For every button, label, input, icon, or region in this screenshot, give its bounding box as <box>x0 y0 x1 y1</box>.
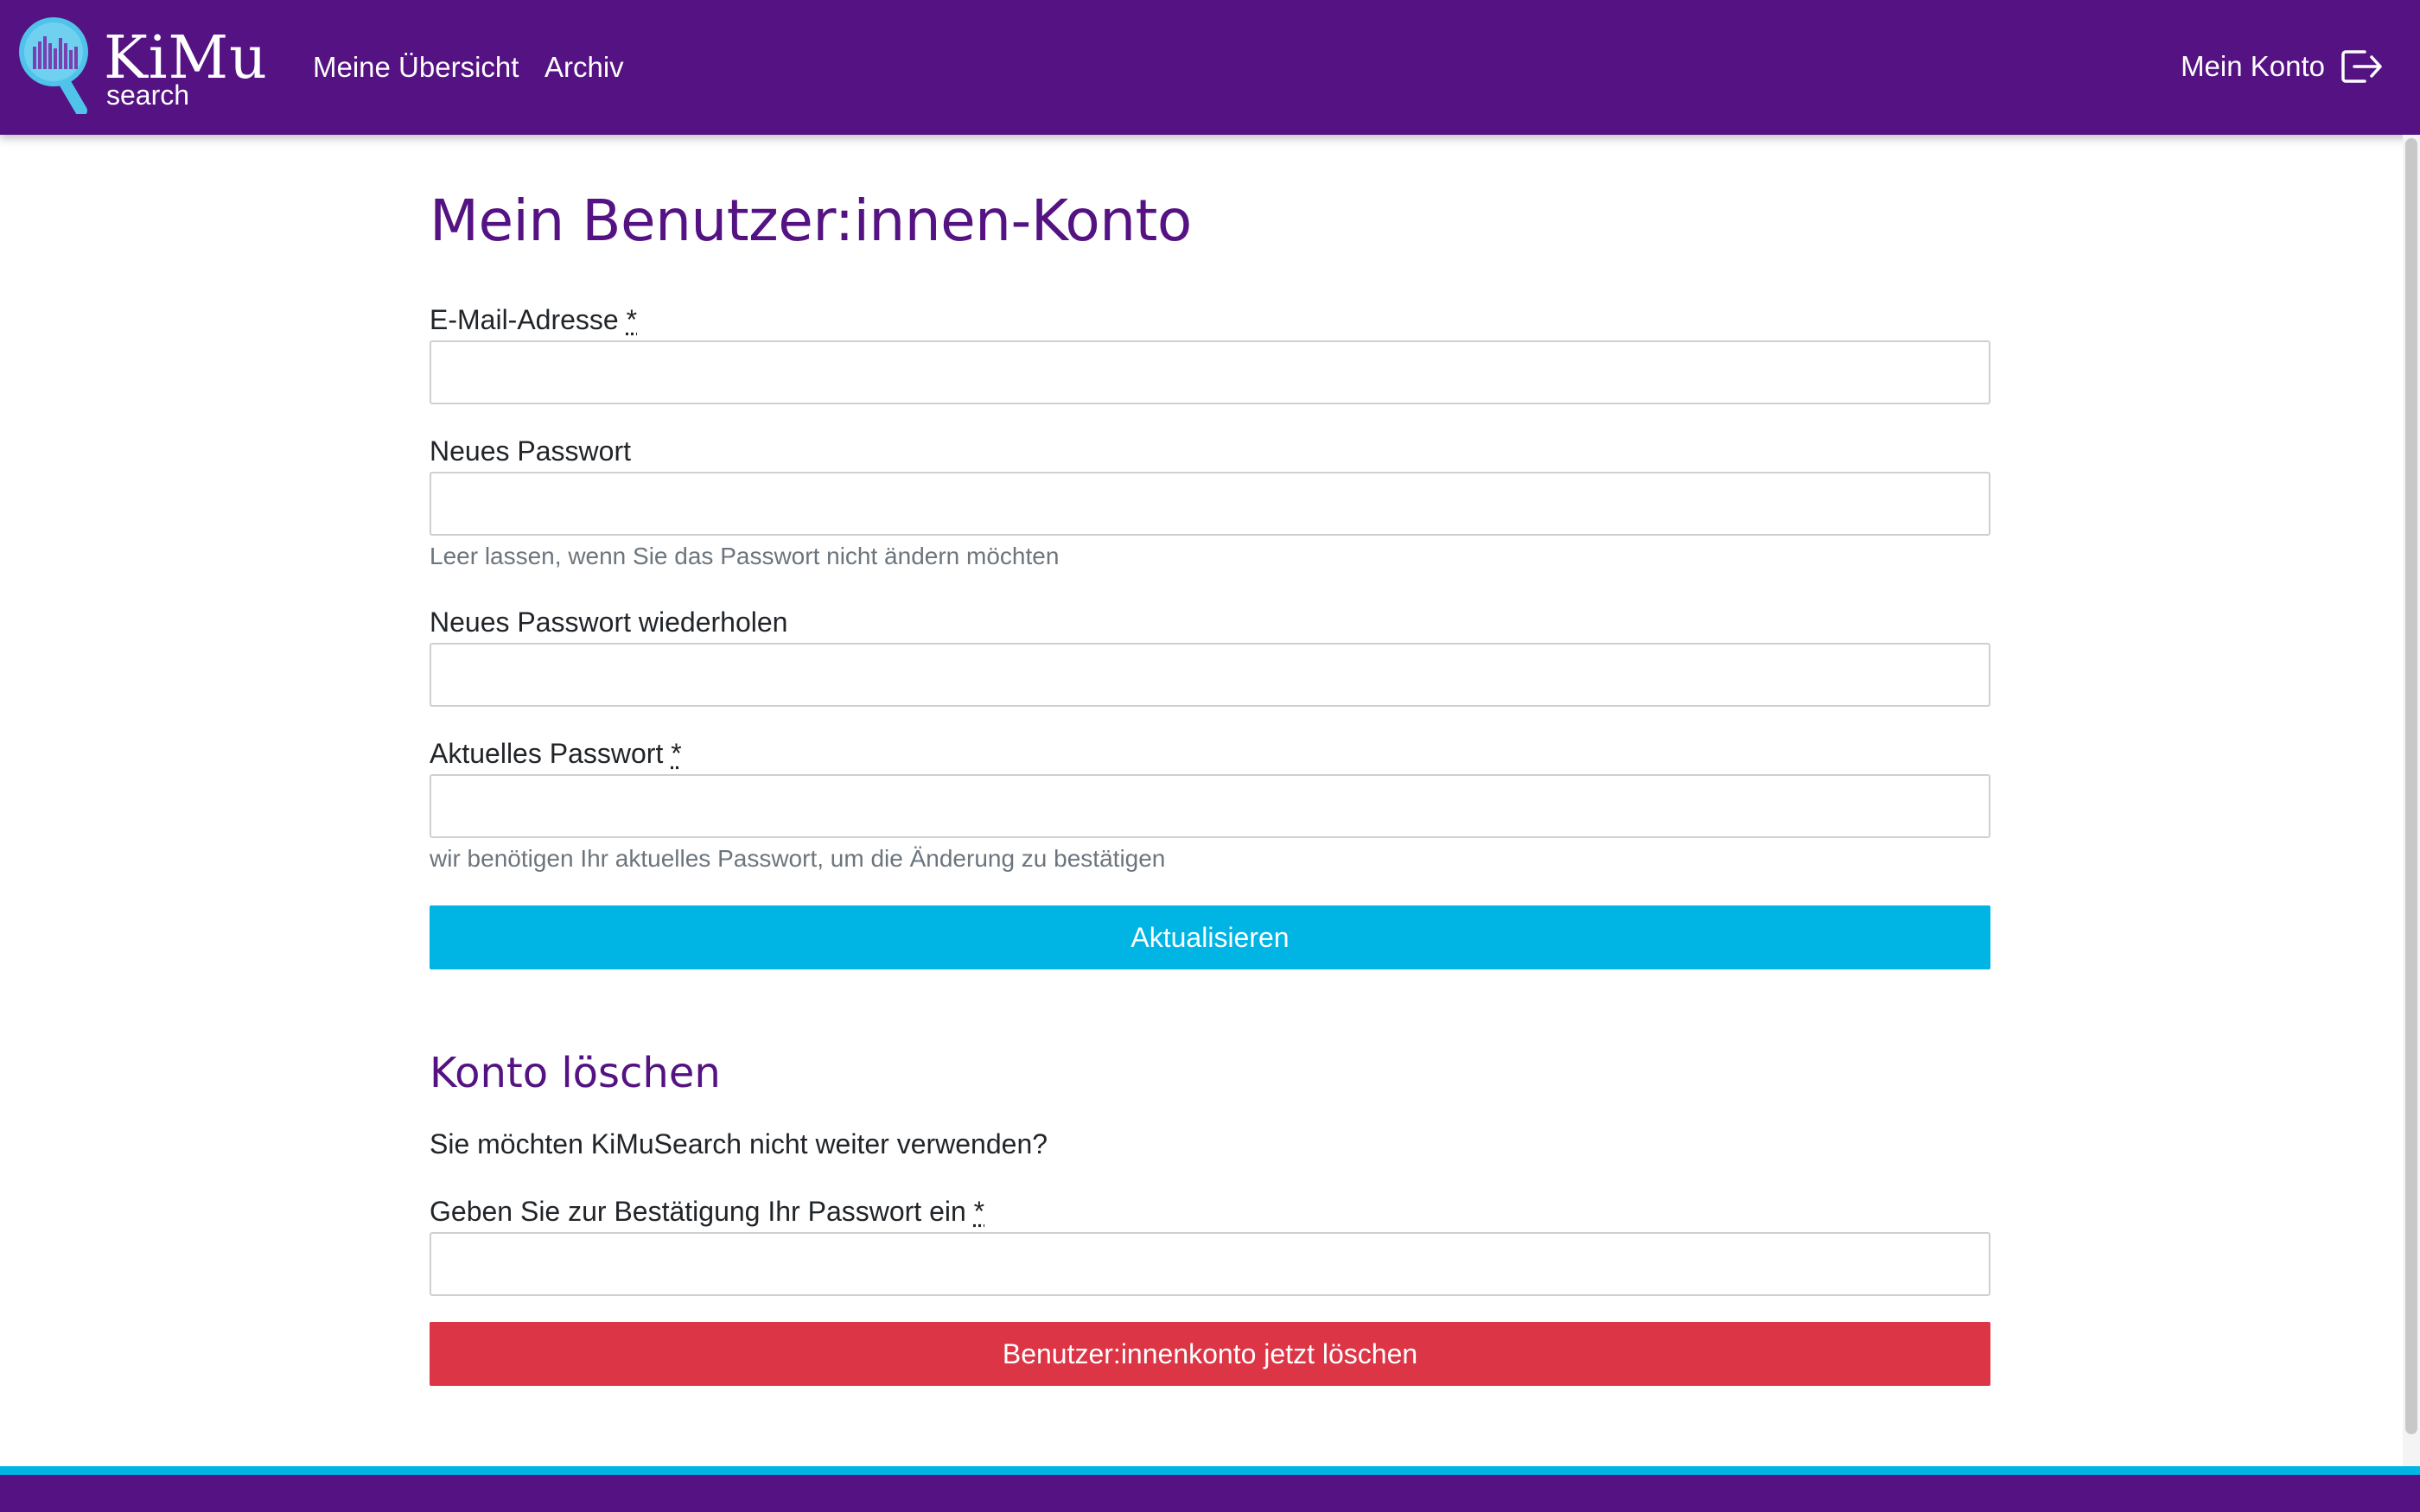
required-marker: * <box>973 1196 985 1227</box>
new-password-help: Leer lassen, wenn Sie das Passwort nicht… <box>430 543 1060 569</box>
delete-account-text: Sie möchten KiMuSearch nicht weiter verw… <box>430 1128 1048 1159</box>
required-marker: * <box>671 738 682 769</box>
current-password-field[interactable] <box>430 774 1990 838</box>
current-password-label-text: Aktuelles Passwort <box>430 738 664 769</box>
current-password-label: Aktuelles Passwort * <box>430 736 682 771</box>
email-label: E-Mail-Adresse * <box>430 302 637 337</box>
magnifier-logo-icon <box>19 17 88 114</box>
repeat-password-field[interactable] <box>430 643 1990 707</box>
scrollbar-thumb[interactable] <box>2405 138 2417 1434</box>
account-label: Mein Konto <box>2181 50 2325 82</box>
logout-icon <box>2341 50 2382 83</box>
footer <box>0 1475 2420 1512</box>
email-label-text: E-Mail-Adresse <box>430 304 619 335</box>
update-button[interactable]: Aktualisieren <box>430 905 1990 969</box>
delete-confirm-password-field[interactable] <box>430 1232 1990 1296</box>
top-navbar: KiMu search Meine Übersicht Archiv Mein … <box>0 0 2420 135</box>
page-title: Mein Benutzer:innen-Konto <box>430 187 1192 254</box>
repeat-password-label: Neues Passwort wiederholen <box>430 607 788 638</box>
email-field[interactable] <box>430 340 1990 404</box>
account-menu[interactable]: Mein Konto <box>2181 45 2384 88</box>
nav-link-overview[interactable]: Meine Übersicht <box>313 50 519 85</box>
footer-accent-line <box>0 1466 2420 1475</box>
current-password-help: wir benötigen Ihr aktuelles Passwort, um… <box>430 845 1166 872</box>
delete-account-heading: Konto löschen <box>430 1049 721 1097</box>
new-password-field[interactable] <box>430 472 1990 536</box>
delete-confirm-label-text: Geben Sie zur Bestätigung Ihr Passwort e… <box>430 1196 966 1227</box>
delete-account-button[interactable]: Benutzer:innenkonto jetzt löschen <box>430 1322 1990 1386</box>
nav-link-archive[interactable]: Archiv <box>544 50 624 85</box>
logo-subtitle: search <box>106 79 190 111</box>
delete-confirm-label: Geben Sie zur Bestätigung Ihr Passwort e… <box>430 1194 984 1229</box>
kimu-logo[interactable]: KiMu search <box>19 17 278 117</box>
required-marker: * <box>626 304 638 335</box>
new-password-label: Neues Passwort <box>430 435 631 467</box>
